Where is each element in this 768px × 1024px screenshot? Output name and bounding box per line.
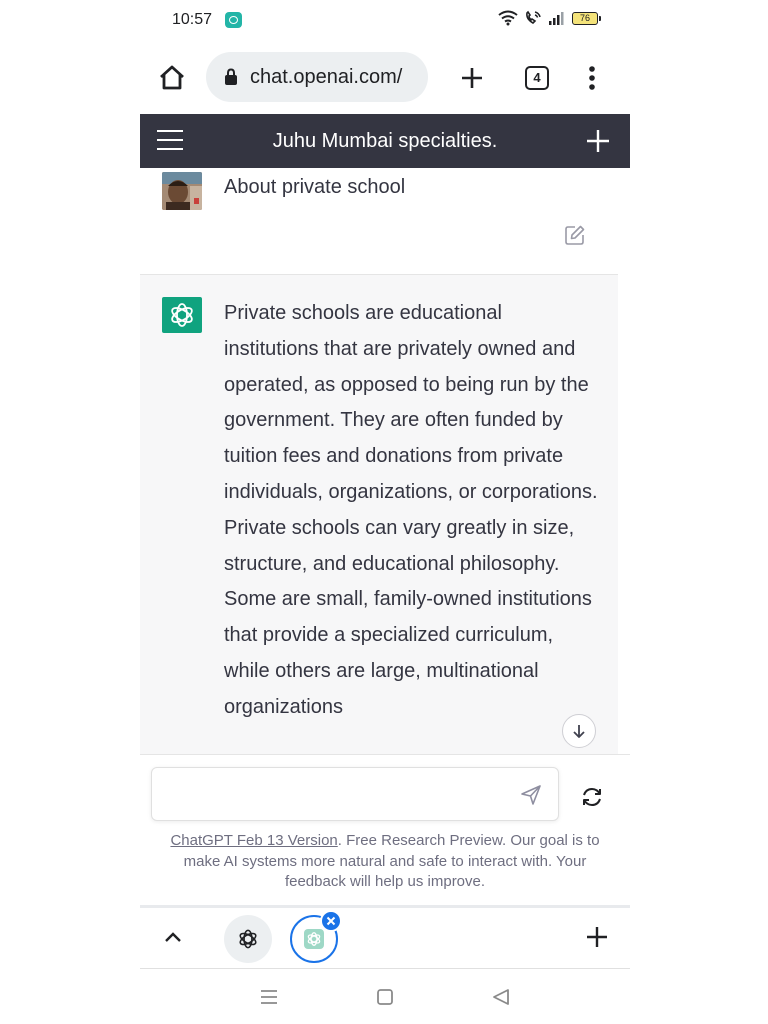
refresh-icon[interactable]	[580, 785, 604, 809]
back-nav-icon[interactable]	[492, 988, 510, 1006]
status-time: 10:57	[172, 11, 213, 28]
wifi-calling-icon	[526, 10, 541, 24]
home-button[interactable]	[156, 62, 188, 92]
new-chat-icon[interactable]	[586, 129, 610, 153]
battery-indicator: 76	[572, 11, 601, 25]
recent-apps-icon[interactable]	[260, 989, 278, 1005]
status-bar: 10:57 76	[140, 0, 630, 40]
send-icon[interactable]	[520, 784, 542, 806]
chevron-up-icon[interactable]	[162, 926, 184, 948]
chat-title: Juhu Mumbai specialties.	[272, 129, 498, 152]
tab-switcher-button[interactable]: 4	[524, 65, 550, 91]
url-text: chat.openai.com/	[250, 65, 403, 88]
openai-logo-icon	[162, 297, 202, 333]
openai-logo-icon	[307, 932, 321, 946]
edit-icon[interactable]	[564, 224, 586, 246]
status-icons: 76	[498, 10, 601, 26]
disclaimer: ChatGPT Feb 13 Version. Free Research Pr…	[152, 831, 618, 893]
more-menu-button[interactable]	[580, 64, 604, 92]
tab-count: 4	[525, 66, 549, 90]
assistant-message: Private schools are educational institut…	[140, 275, 618, 754]
signal-icon	[549, 12, 564, 25]
system-nav-bar	[140, 970, 630, 1024]
new-tab-button[interactable]	[458, 64, 486, 92]
composer: ChatGPT Feb 13 Version. Free Research Pr…	[140, 754, 630, 904]
chat-header: Juhu Mumbai specialties.	[140, 114, 630, 168]
lock-icon	[225, 68, 237, 85]
home-nav-icon[interactable]	[376, 988, 394, 1006]
browser-toolbar: chat.openai.com/ 4	[140, 48, 630, 106]
home-icon	[160, 65, 184, 90]
avatar	[162, 172, 202, 210]
openai-logo-icon	[239, 929, 257, 949]
plus-icon[interactable]	[586, 926, 608, 948]
conversation: About private school Private schools are…	[140, 168, 630, 754]
assistant-message-text: Private schools are educational institut…	[224, 302, 598, 718]
tab-strip	[140, 905, 630, 969]
wifi-icon	[498, 10, 518, 26]
address-bar[interactable]: chat.openai.com/	[206, 52, 428, 102]
user-message-text: About private school	[224, 176, 406, 198]
tab-group-item[interactable]	[224, 915, 272, 963]
version-link[interactable]: ChatGPT Feb 13 Version	[170, 832, 337, 849]
plus-icon	[462, 68, 482, 88]
user-message: About private school	[140, 168, 618, 275]
phone-screen: 10:57 76 chat.openai.com/ 4 Juhu Mumbai …	[140, 0, 630, 1024]
hamburger-menu-icon[interactable]	[156, 129, 184, 151]
message-input[interactable]	[162, 778, 502, 810]
notification-app-icon	[225, 12, 242, 28]
message-input-wrapper	[151, 767, 559, 821]
scroll-to-bottom-button[interactable]	[562, 714, 596, 748]
arrow-down-icon	[573, 725, 585, 738]
close-tab-button[interactable]	[320, 910, 342, 932]
more-vert-icon	[589, 66, 595, 90]
close-icon	[326, 916, 336, 926]
